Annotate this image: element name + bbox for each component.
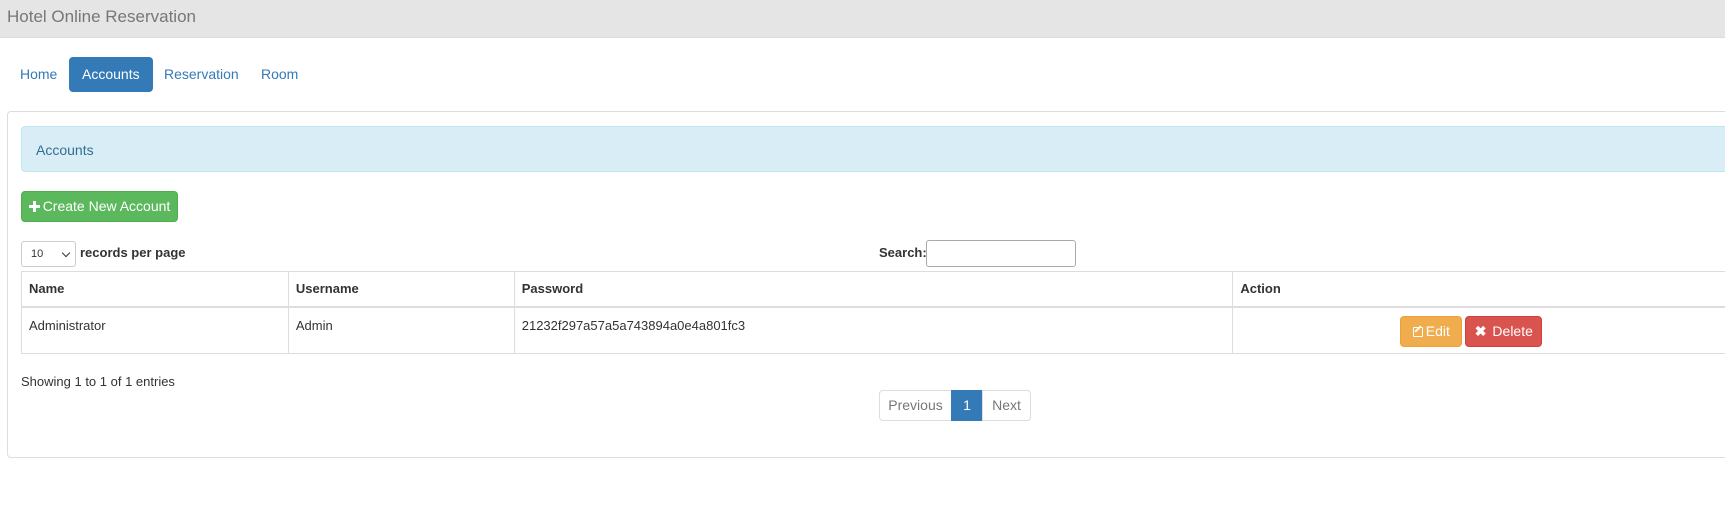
pagination-next[interactable]: Next — [982, 390, 1031, 421]
delete-label: Delete — [1492, 322, 1533, 339]
cell-username: Admin — [287, 306, 515, 354]
nav-item-room[interactable]: Room — [248, 57, 311, 92]
search-label: Search: — [879, 245, 927, 260]
column-header-password[interactable]: Password — [513, 271, 1234, 308]
plus-icon — [28, 201, 40, 212]
chevron-down-icon — [61, 248, 71, 258]
edit-label: Edit — [1425, 322, 1450, 339]
column-header-action[interactable]: Action — [1232, 271, 1725, 308]
column-header-username[interactable]: Username — [287, 271, 515, 308]
nav-item-accounts[interactable]: Accounts — [69, 57, 153, 92]
table-header-row: Name Username Password Action — [21, 271, 1725, 308]
records-per-page-value: 10 — [31, 248, 44, 260]
edit-button[interactable]: Edit — [1400, 315, 1463, 347]
column-header-name[interactable]: Name — [21, 271, 289, 308]
panel-heading-text: Accounts — [36, 142, 94, 158]
nav-item-reservation[interactable]: Reservation — [151, 57, 252, 92]
nav-item-home[interactable]: Home — [7, 57, 70, 92]
table-row: Administrator Admin 21232f297a57a5a74389… — [21, 306, 1725, 354]
accounts-panel: Accounts Create New Account 10 records p… — [7, 111, 1725, 458]
cell-action: Edit ✖ Delete — [1232, 306, 1725, 354]
cell-password: 21232f297a57a5a743894a0e4a801fc3 — [513, 306, 1234, 354]
records-per-page-select[interactable]: 10 — [21, 241, 76, 267]
accounts-table: Name Username Password Action Administra… — [21, 271, 1725, 354]
pagination-previous[interactable]: Previous — [879, 390, 952, 421]
delete-button[interactable]: ✖ Delete — [1465, 315, 1543, 347]
pagination-page-1[interactable]: 1 — [951, 390, 983, 421]
top-navbar: Hotel Online Reservation — [0, 0, 1725, 38]
app-title[interactable]: Hotel Online Reservation — [7, 7, 196, 27]
panel-heading: Accounts — [21, 126, 1725, 172]
search-input[interactable] — [926, 240, 1076, 267]
cell-name: Administrator — [21, 306, 289, 354]
records-per-page-label: records per page — [80, 245, 186, 260]
create-account-button[interactable]: Create New Account — [21, 191, 178, 222]
edit-icon — [1412, 326, 1423, 337]
times-icon: ✖ — [1474, 322, 1487, 339]
create-account-label: Create New Account — [42, 198, 171, 214]
table-info: Showing 1 to 1 of 1 entries — [21, 374, 175, 389]
